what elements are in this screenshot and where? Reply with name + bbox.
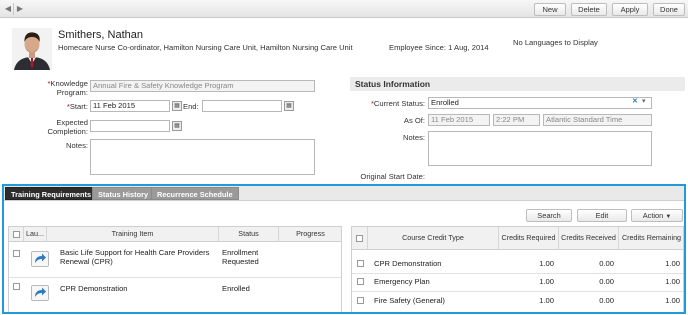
credits-received: 0.00 [599,277,614,286]
end-date-input[interactable] [202,100,282,112]
row-checkbox[interactable] [357,278,364,285]
expected-completion-label: Expected Completion: [47,118,88,136]
column-header-credits-required[interactable]: Credits Required [499,227,559,250]
credit-type: CPR Demonstration [374,259,442,268]
column-header-credits-remaining[interactable]: Credits Remaining [619,227,683,250]
search-button[interactable]: Search [526,209,572,222]
status-notes-label: Notes: [403,133,425,142]
calendar-icon[interactable]: ▦ [284,101,294,111]
select-all-checkbox[interactable] [12,230,20,238]
clear-icon[interactable]: ✕ [632,97,638,105]
column-header-training-item[interactable]: Training Item [47,227,219,242]
credit-type: Emergency Plan [374,277,430,286]
row-divider [352,291,683,292]
action-menu-label: Action [642,211,664,220]
top-toolbar: ◀ ▶ New Delete Apply Done [0,0,688,18]
status-notes-textarea[interactable] [428,131,652,166]
start-date-input[interactable]: 11 Feb 2015 [90,100,170,112]
course-credits-grid: Course Credit Type Credits Required Cred… [351,226,684,312]
apply-button[interactable]: Apply [612,3,648,16]
calendar-icon[interactable]: ▦ [172,121,182,131]
as-of-time-field: 2:22 PM [493,114,540,126]
column-header-course-credit-type[interactable]: Course Credit Type [368,227,499,250]
notes-textarea[interactable] [90,139,315,175]
employee-since: Employee Since: 1 Aug, 2014 [389,43,489,52]
chevron-down-icon: ▼ [665,214,672,220]
start-label: *Start: [66,102,88,111]
knowledge-program-label: *Knowledge Program: [47,79,88,97]
credits-received: 0.00 [599,259,614,268]
new-button[interactable]: New [534,3,566,16]
credits-remaining: 1.00 [665,296,680,305]
tab-training-requirements[interactable]: Training Requirements [5,187,98,200]
employee-title: Homecare Nurse Co-ordinator, Hamilton Nu… [58,43,353,52]
column-header-launch[interactable]: Lau... [24,227,47,242]
avatar [12,28,52,70]
training-item-status: Enrollment Requested [222,248,259,266]
credits-required: 1.00 [539,296,554,305]
training-item-status: Enrolled [222,284,250,293]
row-divider [9,277,341,278]
expected-completion-input[interactable] [90,120,170,132]
credits-received: 0.00 [599,296,614,305]
select-all-header [9,227,24,242]
tab-strip: Training Requirements Status History Rec… [4,186,684,201]
credit-type: Fire Safety (General) [374,296,445,305]
current-status-label: *Current Status: [370,99,425,108]
credits-remaining: 1.00 [665,277,680,286]
credits-remaining: 1.00 [665,259,680,268]
original-start-date-label: Original Start Date: [360,172,425,181]
knowledge-program-field[interactable]: Annual Fire & Safety Knowledge Program [90,80,315,92]
calendar-icon[interactable]: ▦ [172,101,182,111]
column-header-progress[interactable]: Progress [279,227,341,242]
credits-required: 1.00 [539,277,554,286]
as-of-label: As Of: [403,116,425,125]
training-item-name: Basic Life Support for Health Care Provi… [60,248,210,266]
as-of-date-field: 11 Feb 2015 [428,114,490,126]
launch-icon[interactable] [31,285,49,301]
column-header-status[interactable]: Status [219,227,279,242]
employee-languages: No Languages to Display [513,38,598,47]
tab-recurrence-schedule[interactable]: Recurrence Schedule [151,187,239,200]
end-label: End: [183,102,199,111]
credits-required: 1.00 [539,259,554,268]
row-checkbox[interactable] [357,260,364,267]
chevron-down-icon[interactable]: ▾ [642,97,646,105]
launch-icon[interactable] [31,251,49,267]
column-header-credits-received[interactable]: Credits Received [559,227,619,250]
nav-divider [13,3,14,15]
select-all-checkbox[interactable] [356,234,363,242]
back-arrow-icon[interactable]: ◀ [4,4,12,14]
training-tabs-panel: Training Requirements Status History Rec… [2,184,686,314]
status-information-header: Status Information [350,77,685,91]
row-divider [352,273,683,274]
current-status-select[interactable]: Enrolled [428,97,652,109]
tab-status-history[interactable]: Status History [92,187,155,200]
row-checkbox[interactable] [13,283,20,290]
delete-button[interactable]: Delete [571,3,607,16]
training-items-grid: Lau... Training Item Status Progress Bas… [8,226,342,312]
done-button[interactable]: Done [653,3,685,16]
forward-arrow-icon[interactable]: ▶ [16,4,24,14]
employee-name: Smithers, Nathan [58,29,143,41]
action-menu-button[interactable]: Action ▼ [631,209,683,222]
select-all-header [352,227,368,250]
row-checkbox[interactable] [357,297,364,304]
edit-button[interactable]: Edit [577,209,627,222]
training-item-name: CPR Demonstration [60,284,128,293]
as-of-timezone-field: Atlantic Standard Time [543,114,652,126]
notes-label: Notes: [66,141,88,150]
row-checkbox[interactable] [13,250,20,257]
